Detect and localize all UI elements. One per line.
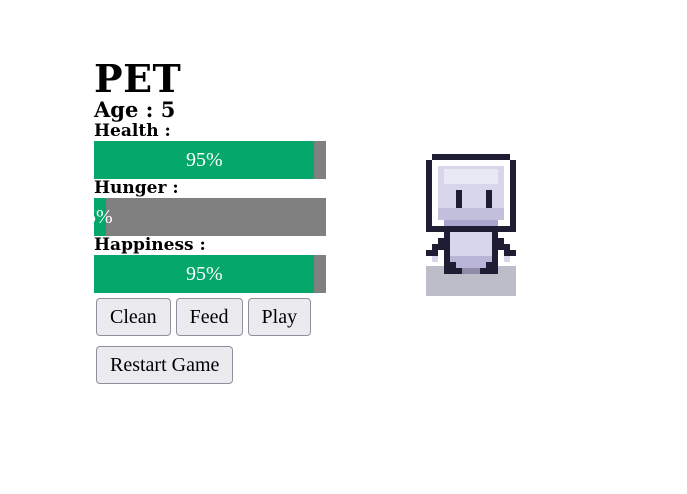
action-buttons: Clean Feed Play: [96, 298, 334, 336]
restart-game-button[interactable]: Restart Game: [96, 346, 234, 384]
happiness-percent: 95%: [186, 263, 223, 285]
hunger-bar: 5%: [94, 198, 326, 236]
age-label: Age : 5: [94, 97, 176, 122]
feed-button[interactable]: Feed: [175, 298, 243, 336]
pet-sprite-icon: [426, 154, 516, 298]
pet-status-panel: PET Age : 5 Health : 95% Hunger : 5% Hap…: [94, 58, 334, 384]
health-label: Health :: [94, 121, 171, 141]
happiness-bar: 95%: [94, 255, 326, 293]
happiness-label: Happiness :: [94, 235, 206, 255]
game-title: PET: [94, 56, 182, 101]
health-percent: 95%: [186, 149, 223, 171]
hunger-percent: 5%: [94, 206, 113, 228]
hunger-label: Hunger :: [94, 178, 179, 198]
health-bar: 95%: [94, 141, 326, 179]
clean-button[interactable]: Clean: [96, 298, 171, 336]
play-button[interactable]: Play: [247, 298, 312, 336]
